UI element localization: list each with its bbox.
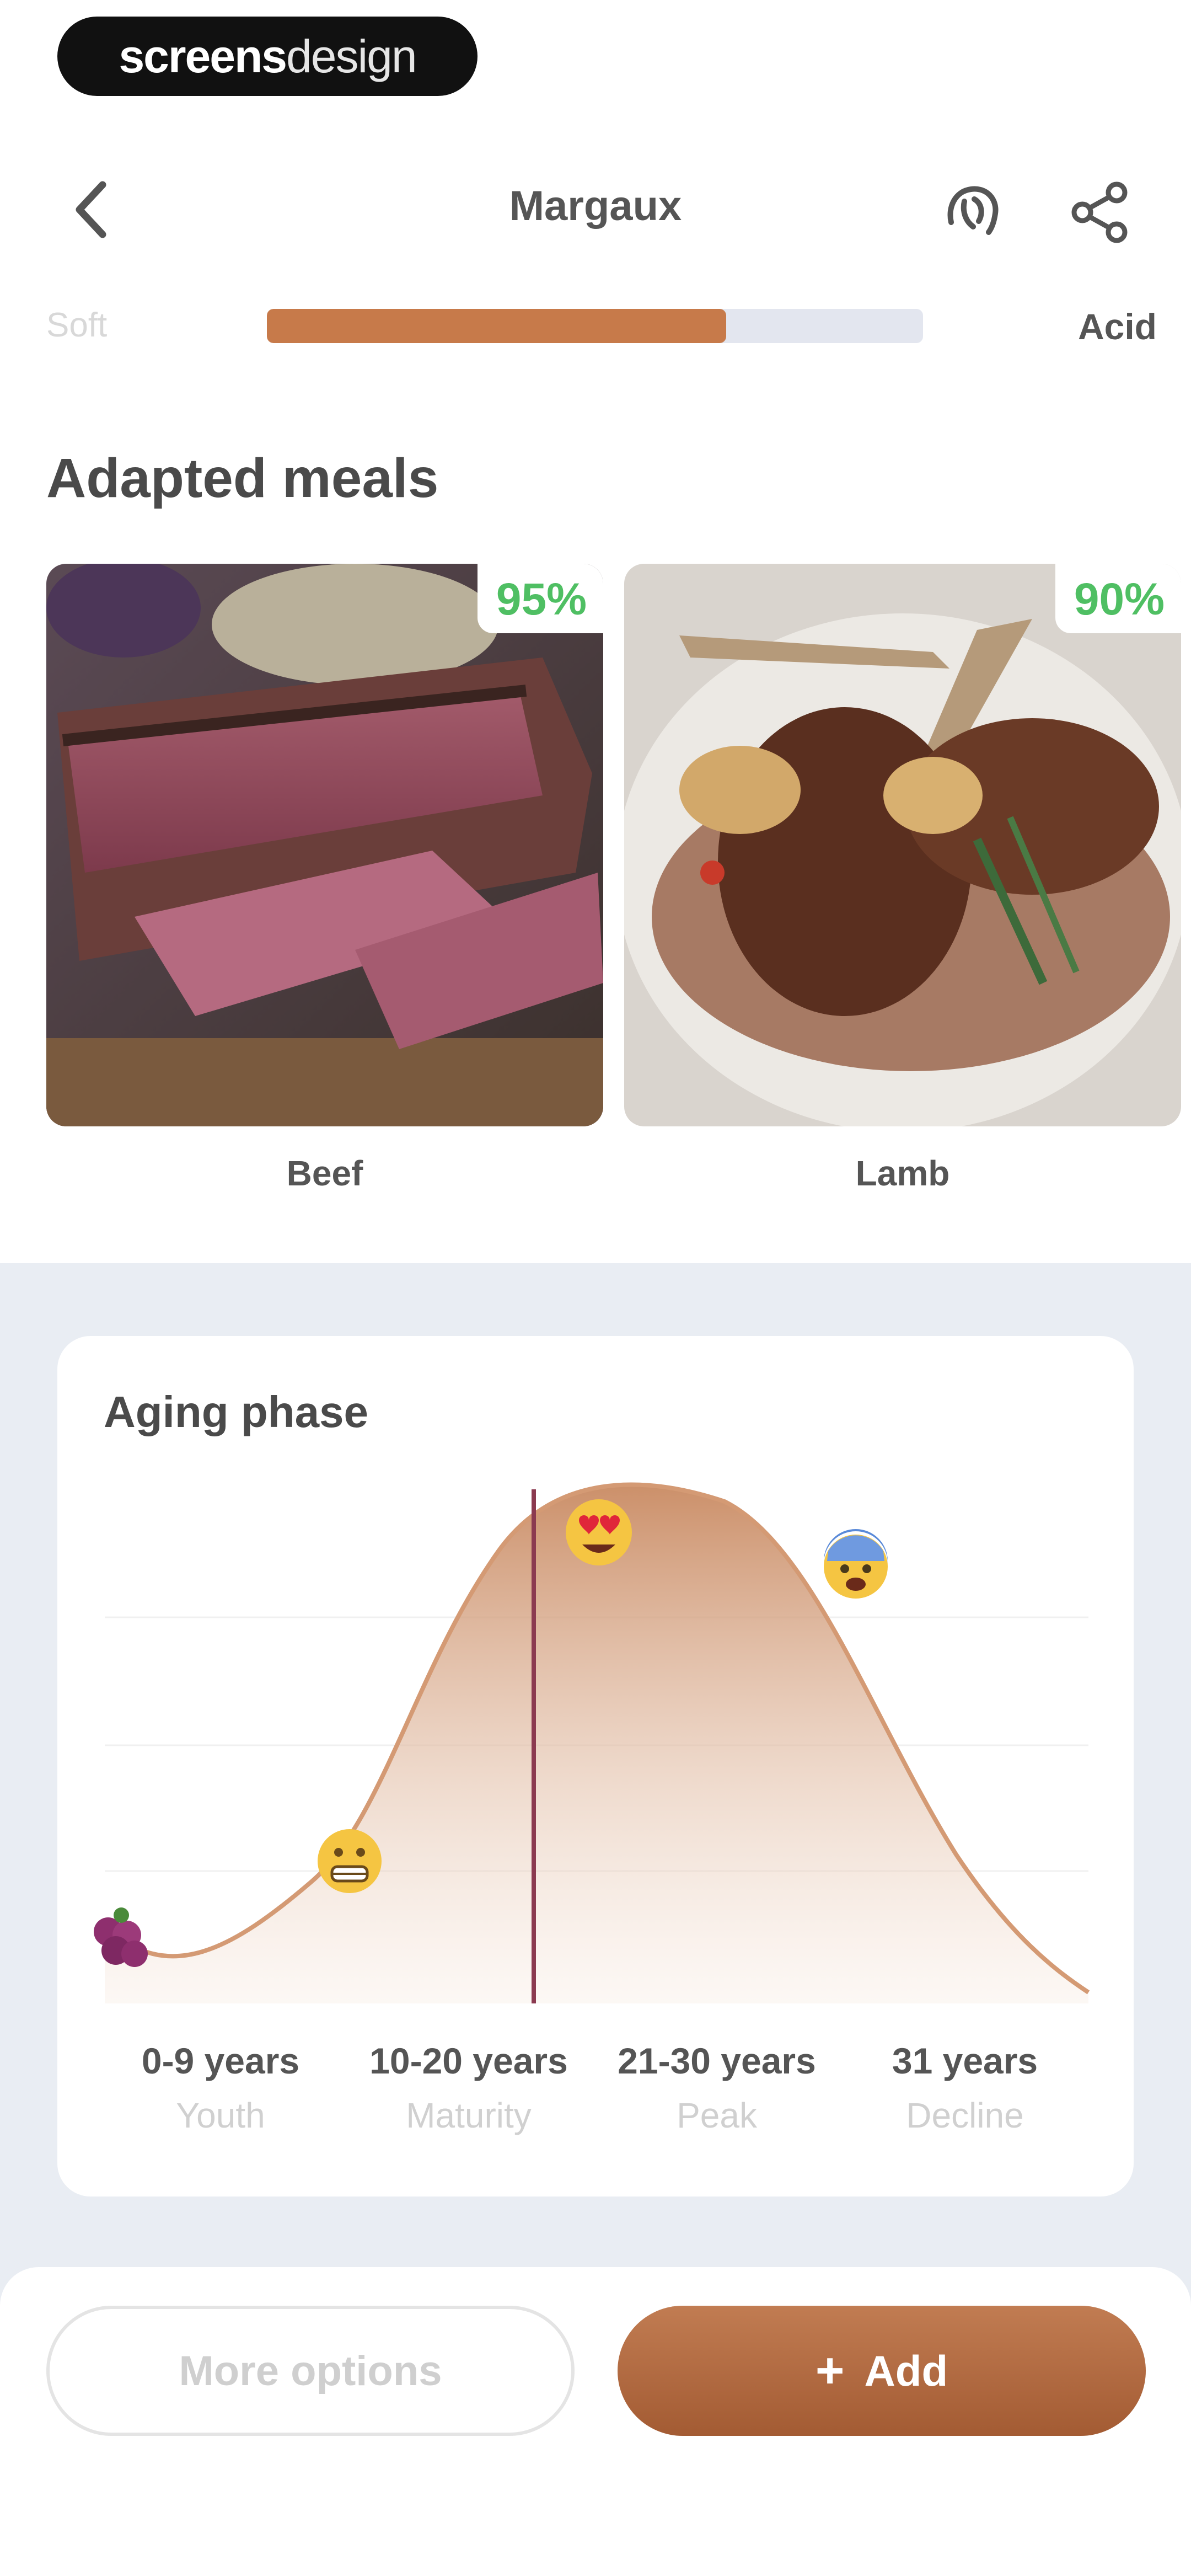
aging-phase-card: Aging phase 0-9 years 10-20 years 21-30 …: [57, 1336, 1134, 2196]
top-bar: Margaux: [0, 138, 1191, 281]
meal-label-beef: Beef: [286, 1153, 363, 1193]
anxious-emoji-icon: [824, 1529, 888, 1599]
grapes-icon: [94, 1907, 148, 1967]
hand-icon: [947, 186, 999, 235]
adapted-meals-heading: Adapted meals: [46, 447, 439, 509]
bottom-action-bar: More options + Add: [0, 2267, 1191, 2576]
taste-slider-row: Soft Acid: [0, 298, 1191, 348]
page-title: Margaux: [509, 183, 682, 229]
meal-card-beef[interactable]: 95%: [46, 564, 603, 1126]
phase-label: Decline: [906, 2096, 1024, 2135]
add-button-label: Add: [864, 2346, 948, 2395]
share-icon: [1071, 181, 1128, 243]
match-badge: 90%: [1055, 564, 1181, 633]
plus-icon: +: [815, 2343, 845, 2398]
more-options-button[interactable]: More options: [46, 2306, 575, 2436]
meal-label-lamb: Lamb: [855, 1153, 950, 1193]
add-button[interactable]: + Add: [618, 2306, 1146, 2436]
phase-label: Maturity: [406, 2096, 532, 2135]
age-tick: 21-30 years: [618, 2040, 816, 2081]
age-tick: 0-9 years: [141, 2040, 300, 2081]
watermark-bold: screens: [119, 30, 287, 82]
slider-right-label: Acid: [1077, 306, 1157, 347]
slider-left-label: Soft: [46, 306, 108, 344]
grimace-emoji-icon: [318, 1829, 382, 1893]
age-tick: 31 years: [892, 2040, 1038, 2081]
share-button[interactable]: [1064, 177, 1136, 248]
taste-slider-track[interactable]: [267, 309, 923, 343]
phase-label: Peak: [677, 2096, 757, 2135]
heart-eyes-emoji-icon: [566, 1499, 632, 1565]
beef-photo: [46, 564, 603, 1126]
gesture-button[interactable]: [937, 177, 1009, 248]
screensdesign-watermark: screens design: [57, 17, 478, 96]
match-badge: 95%: [477, 564, 603, 633]
phase-label: Youth: [176, 2096, 265, 2135]
meal-card-lamb[interactable]: 90%: [624, 564, 1181, 1126]
lamb-photo: [624, 564, 1181, 1126]
watermark-light: design: [286, 30, 417, 82]
age-tick: 10-20 years: [369, 2040, 568, 2081]
taste-slider-fill: [267, 309, 726, 343]
